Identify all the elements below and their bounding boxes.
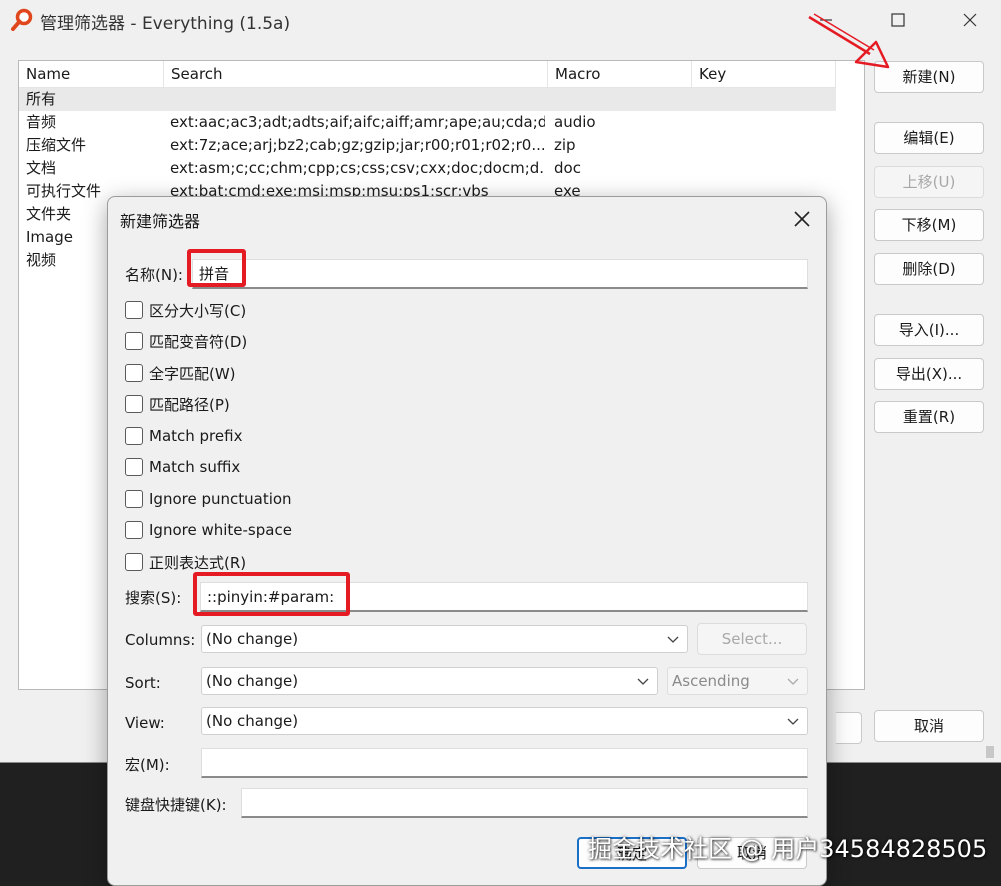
- filter-search-input[interactable]: [200, 582, 808, 612]
- new-filter-dialog: 新建筛选器 名称(N): 区分大小写(C) 匹配变音符(D) 全字匹配(W) 匹…: [107, 196, 827, 886]
- row-macro: doc: [554, 159, 581, 177]
- column-header-macro[interactable]: Macro: [548, 61, 692, 87]
- option-match-path[interactable]: 匹配路径(P): [125, 393, 230, 415]
- reset-button[interactable]: 重置(R): [874, 401, 984, 433]
- macro-input[interactable]: [201, 748, 808, 778]
- list-header: Name Search Macro Key: [19, 61, 836, 88]
- row-macro: zip: [554, 136, 576, 154]
- chevron-down-icon: [637, 678, 649, 685]
- option-match-suffix[interactable]: Match suffix: [125, 456, 240, 478]
- option-label: Match prefix: [149, 427, 243, 445]
- option-label: 正则表达式(R): [149, 553, 247, 572]
- option-label: 区分大小写(C): [149, 301, 247, 320]
- row-name: 音频: [26, 113, 57, 131]
- columns-select-value: (No change): [206, 630, 299, 648]
- sort-label: Sort:: [125, 674, 161, 692]
- watermark: 掘金技术社区 @ 用户34584828505: [588, 835, 988, 863]
- row-search: ext:aac;ac3;adt;adts;aif;aifc;aiff;amr;a…: [170, 113, 545, 131]
- option-ignore-punctuation[interactable]: Ignore punctuation: [125, 488, 292, 510]
- view-label: View:: [125, 714, 165, 732]
- list-item[interactable]: 音频 ext:aac;ac3;adt;adts;aif;aifc;aiff;am…: [19, 111, 836, 134]
- sort-order-value: Ascending: [672, 672, 750, 690]
- edit-filter-button[interactable]: 编辑(E): [874, 122, 984, 154]
- window-scrollbar[interactable]: [986, 746, 994, 758]
- checkbox[interactable]: [125, 521, 143, 539]
- row-macro: audio: [554, 113, 596, 131]
- columns-label: Columns:: [125, 631, 196, 649]
- list-item[interactable]: 压缩文件 ext:7z;ace;arj;bz2;cab;gz;gzip;jar;…: [19, 134, 836, 157]
- checkbox[interactable]: [125, 332, 143, 350]
- view-select[interactable]: (No change): [201, 707, 808, 735]
- move-down-button[interactable]: 下移(M): [874, 209, 984, 241]
- column-header-search[interactable]: Search: [164, 61, 548, 87]
- option-match-diacritics[interactable]: 匹配变音符(D): [125, 330, 247, 352]
- columns-select[interactable]: (No change): [201, 625, 688, 653]
- column-header-name[interactable]: Name: [19, 61, 164, 87]
- macro-label: 宏(M):: [125, 756, 170, 774]
- list-item[interactable]: 文档 ext:asm;c;cc;chm;cpp;cs;css;csv;cxx;d…: [19, 157, 836, 180]
- dialog-title: 新建筛选器: [120, 212, 201, 231]
- sort-select-value: (No change): [206, 672, 299, 690]
- window-title: 管理筛选器 - Everything (1.5a): [40, 14, 291, 34]
- row-search: ext:asm;c;cc;chm;cpp;cs;css;csv;cxx;doc;…: [170, 159, 545, 177]
- option-ignore-whitespace[interactable]: Ignore white-space: [125, 519, 292, 541]
- close-icon: [963, 13, 977, 27]
- maximize-icon: [891, 13, 905, 27]
- checkbox[interactable]: [125, 458, 143, 476]
- red-arrow-annotation-icon: [808, 13, 890, 69]
- select-columns-button[interactable]: Select...: [697, 623, 807, 655]
- sort-select[interactable]: (No change): [201, 667, 658, 695]
- row-name: 所有: [26, 90, 57, 108]
- name-label: 名称(N):: [125, 266, 183, 284]
- chevron-down-icon: [787, 678, 799, 685]
- checkbox[interactable]: [125, 364, 143, 382]
- delete-filter-button[interactable]: 删除(D): [874, 253, 984, 285]
- chevron-down-icon: [787, 718, 799, 725]
- search-label: 搜索(S):: [125, 589, 182, 607]
- move-up-button[interactable]: 上移(U): [874, 166, 984, 198]
- import-button[interactable]: 导入(I)...: [874, 314, 984, 346]
- checkbox[interactable]: [125, 490, 143, 508]
- option-whole-word[interactable]: 全字匹配(W): [125, 362, 236, 384]
- checkbox[interactable]: [125, 553, 143, 571]
- main-ok-button[interactable]: [836, 712, 862, 744]
- magnifier-app-icon: [11, 8, 33, 31]
- option-match-prefix[interactable]: Match prefix: [125, 425, 242, 447]
- filter-name-input[interactable]: [192, 259, 808, 289]
- export-button[interactable]: 导出(X)...: [874, 358, 984, 390]
- row-name: 压缩文件: [26, 136, 87, 154]
- option-label: Ignore white-space: [149, 521, 292, 539]
- option-label: Match suffix: [149, 458, 241, 476]
- list-item[interactable]: 所有: [19, 88, 836, 111]
- option-case-sensitive[interactable]: 区分大小写(C): [125, 299, 246, 321]
- checkbox[interactable]: [125, 395, 143, 413]
- sort-order-select[interactable]: Ascending: [667, 667, 808, 695]
- option-label: 匹配变音符(D): [149, 332, 248, 351]
- checkbox[interactable]: [125, 427, 143, 445]
- hotkey-label: 键盘快捷键(K):: [125, 796, 227, 814]
- option-label: 匹配路径(P): [149, 395, 230, 414]
- option-regex[interactable]: 正则表达式(R): [125, 551, 246, 573]
- close-window-button[interactable]: [950, 6, 990, 34]
- hotkey-input[interactable]: [241, 788, 808, 818]
- main-cancel-button[interactable]: 取消: [874, 710, 984, 742]
- checkbox[interactable]: [125, 301, 143, 319]
- option-label: 全字匹配(W): [149, 364, 236, 383]
- chevron-down-icon: [667, 636, 679, 643]
- option-label: Ignore punctuation: [149, 490, 292, 508]
- row-name: 文档: [26, 159, 57, 177]
- row-search: ext:7z;ace;arj;bz2;cab;gz;gzip;jar;r00;r…: [170, 136, 545, 154]
- dialog-close-icon[interactable]: [790, 207, 814, 231]
- view-select-value: (No change): [206, 712, 299, 730]
